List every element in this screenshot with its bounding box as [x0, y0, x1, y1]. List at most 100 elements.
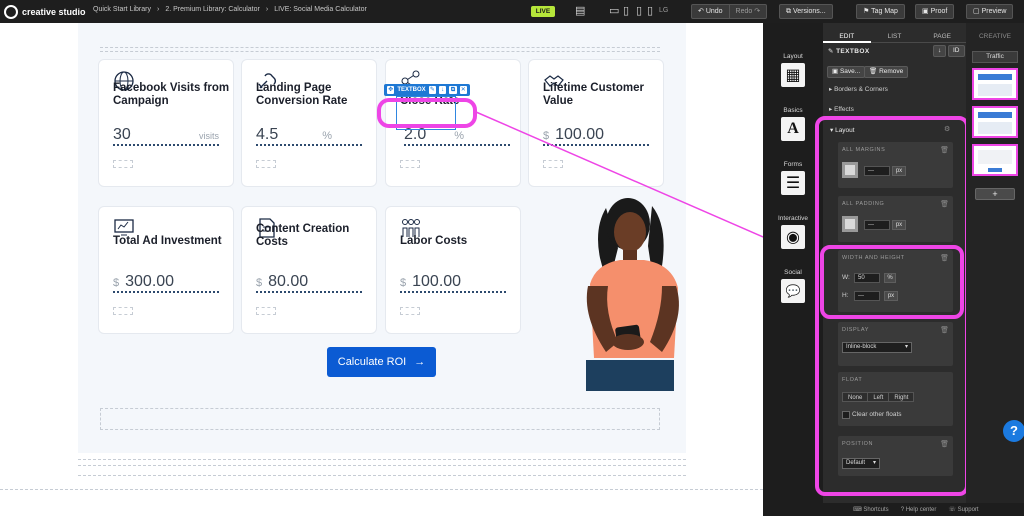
rail-item-social[interactable]: Social 💬 — [763, 269, 823, 303]
tab-creative[interactable]: CREATIVE — [966, 33, 1024, 40]
undo-label: Undo — [705, 8, 723, 15]
textbox-label: TEXTBOX — [397, 87, 426, 93]
page-thumbnail[interactable] — [972, 106, 1018, 138]
edit-icon[interactable]: ✎ — [428, 86, 436, 94]
text-icon: A — [781, 117, 805, 141]
tag-map-label: Tag Map — [871, 8, 898, 15]
rail-label: Forms — [783, 161, 803, 168]
rail-item-forms[interactable]: Forms ☰ — [763, 161, 823, 195]
download-icon[interactable]: ↓ — [933, 45, 947, 57]
borders-section[interactable]: ▸ Borders & Corners — [829, 85, 888, 93]
add-page-button[interactable]: + — [975, 188, 1015, 200]
tablet-view-icon[interactable]: ▯ — [623, 0, 629, 23]
move-handle-icon[interactable]: ✥ — [387, 86, 395, 94]
dashed-guide — [78, 465, 686, 466]
tag-map-button[interactable]: ⚑ Tag Map — [856, 4, 905, 19]
dashed-placeholder — [400, 307, 420, 315]
value-input[interactable]: $ 300.00 — [113, 273, 219, 293]
breadcrumb: Quick Start Library › 2. Premium Library… — [93, 6, 367, 13]
value-input[interactable]: $ 80.00 — [256, 273, 362, 293]
live-badge: LIVE — [531, 6, 555, 17]
unit-suffix: % — [454, 130, 465, 142]
remove-button[interactable]: 🗑 Remove — [864, 66, 909, 78]
desktop-view-icon[interactable]: ▭ — [609, 0, 619, 23]
value-text: 100.00 — [412, 273, 462, 290]
support-label: Support — [957, 507, 979, 513]
effects-label: Effects — [834, 106, 854, 113]
tab-list[interactable]: LIST — [870, 31, 919, 43]
support-link[interactable]: ☏ Support — [948, 506, 978, 513]
rail-item-interactive[interactable]: Interactive ◉ — [763, 215, 823, 249]
delete-icon[interactable]: ✕ — [459, 86, 467, 94]
dashed-guide — [78, 475, 686, 476]
preview-label: Preview — [981, 8, 1007, 15]
phone-view-icon[interactable]: ▯ — [647, 0, 653, 23]
undo-redo-group: ↶ Undo Redo ↷ — [691, 4, 768, 19]
card-title: Landing Page Conversion Rate — [256, 82, 348, 107]
calculator-card[interactable]: Facebook Visits from Campaign 30 visits — [98, 59, 234, 187]
shortcuts-label: Shortcuts — [863, 507, 889, 513]
value-input[interactable]: 4.5 % — [256, 126, 362, 146]
effects-section[interactable]: ▸ Effects — [829, 105, 854, 113]
proof-button[interactable]: ▣ Proof — [915, 4, 955, 19]
dashed-placeholder — [113, 307, 133, 315]
panel-title: ✎ TEXTBOX — [828, 48, 870, 55]
calculator-card[interactable]: Total Ad Investment $ 300.00 — [98, 206, 234, 334]
tab-edit[interactable]: EDIT — [823, 31, 871, 43]
preview-button[interactable]: ▢ Preview — [966, 4, 1014, 19]
dashed-placeholder — [400, 160, 420, 168]
save-label: Save... — [839, 68, 861, 75]
unit-suffix: % — [322, 130, 333, 142]
id-button[interactable]: ID — [948, 45, 965, 57]
arrow-right-icon: → — [414, 356, 426, 368]
mobile-view-icon[interactable]: ▯ — [636, 0, 642, 23]
proof-label: Proof — [930, 8, 948, 15]
breadcrumb-item[interactable]: 2. Premium Library: Calculator — [165, 6, 260, 13]
highlight-annotation — [820, 245, 964, 319]
dashed-placeholder — [256, 160, 276, 168]
versions-button[interactable]: ⧉ Versions... — [779, 4, 833, 19]
calculate-roi-button[interactable]: Calculate ROI → — [327, 347, 436, 377]
unit-suffix: visits — [199, 131, 219, 141]
versions-label: Versions... — [792, 8, 826, 15]
rail-item-basics[interactable]: Basics A — [763, 107, 823, 141]
rail-label: Layout — [783, 53, 803, 60]
unit-prefix: $ — [400, 277, 407, 289]
shortcuts-link[interactable]: ⌨ Shortcuts — [853, 506, 889, 513]
card-title: Content Creation Costs — [256, 223, 350, 248]
card-title: Total Ad Investment — [113, 235, 222, 247]
breadcrumb-item[interactable]: LIVE: Social Media Calculator — [274, 6, 367, 13]
unit-prefix: $ — [113, 277, 120, 289]
dashed-guide — [100, 47, 660, 48]
props-tabs: EDIT LIST PAGE — [823, 31, 967, 43]
ion-logo-icon — [4, 4, 18, 19]
traffic-tab[interactable]: Traffic — [972, 51, 1018, 63]
help-button[interactable]: ? — [1003, 420, 1024, 442]
layout-toggle-icon[interactable]: ▤ — [575, 0, 585, 23]
elements-rail: Layout ▦ Basics A Forms ☰ Interactive ◉ … — [763, 23, 823, 516]
dashed-placeholder — [113, 160, 133, 168]
tab-page[interactable]: PAGE — [918, 31, 967, 43]
page-thumbnail[interactable] — [972, 68, 1018, 100]
duplicate-icon[interactable]: ⧉ — [449, 86, 457, 94]
breadcrumb-item[interactable]: Quick Start Library — [93, 6, 151, 13]
calculator-card[interactable]: Landing Page Conversion Rate 4.5 % — [241, 59, 377, 187]
borders-label: Borders & Corners — [834, 86, 888, 93]
remove-label: Remove — [879, 68, 904, 75]
calculator-card[interactable]: Content Creation Costs $ 80.00 — [241, 206, 377, 334]
form-icon: ☰ — [781, 171, 805, 195]
redo-button[interactable]: Redo ↷ — [728, 5, 767, 18]
unit-prefix: $ — [256, 277, 263, 289]
value-input[interactable]: 30 visits — [113, 126, 219, 146]
device-size-label[interactable]: LG — [659, 7, 668, 14]
dashed-container — [100, 408, 660, 430]
rail-item-layout[interactable]: Layout ▦ — [763, 53, 823, 87]
help-center-link[interactable]: ? Help center — [901, 507, 937, 513]
textbox-toolbar[interactable]: ✥ TEXTBOX ✎ ↓ ⧉ ✕ — [384, 84, 470, 96]
page-thumbnail[interactable] — [972, 144, 1018, 176]
move-down-icon[interactable]: ↓ — [439, 86, 447, 94]
save-button[interactable]: ▣ Save... — [827, 66, 866, 78]
brand[interactable]: creative studio — [4, 4, 86, 19]
breadcrumb-sep: › — [265, 6, 269, 13]
undo-button[interactable]: ↶ Undo — [692, 5, 729, 18]
